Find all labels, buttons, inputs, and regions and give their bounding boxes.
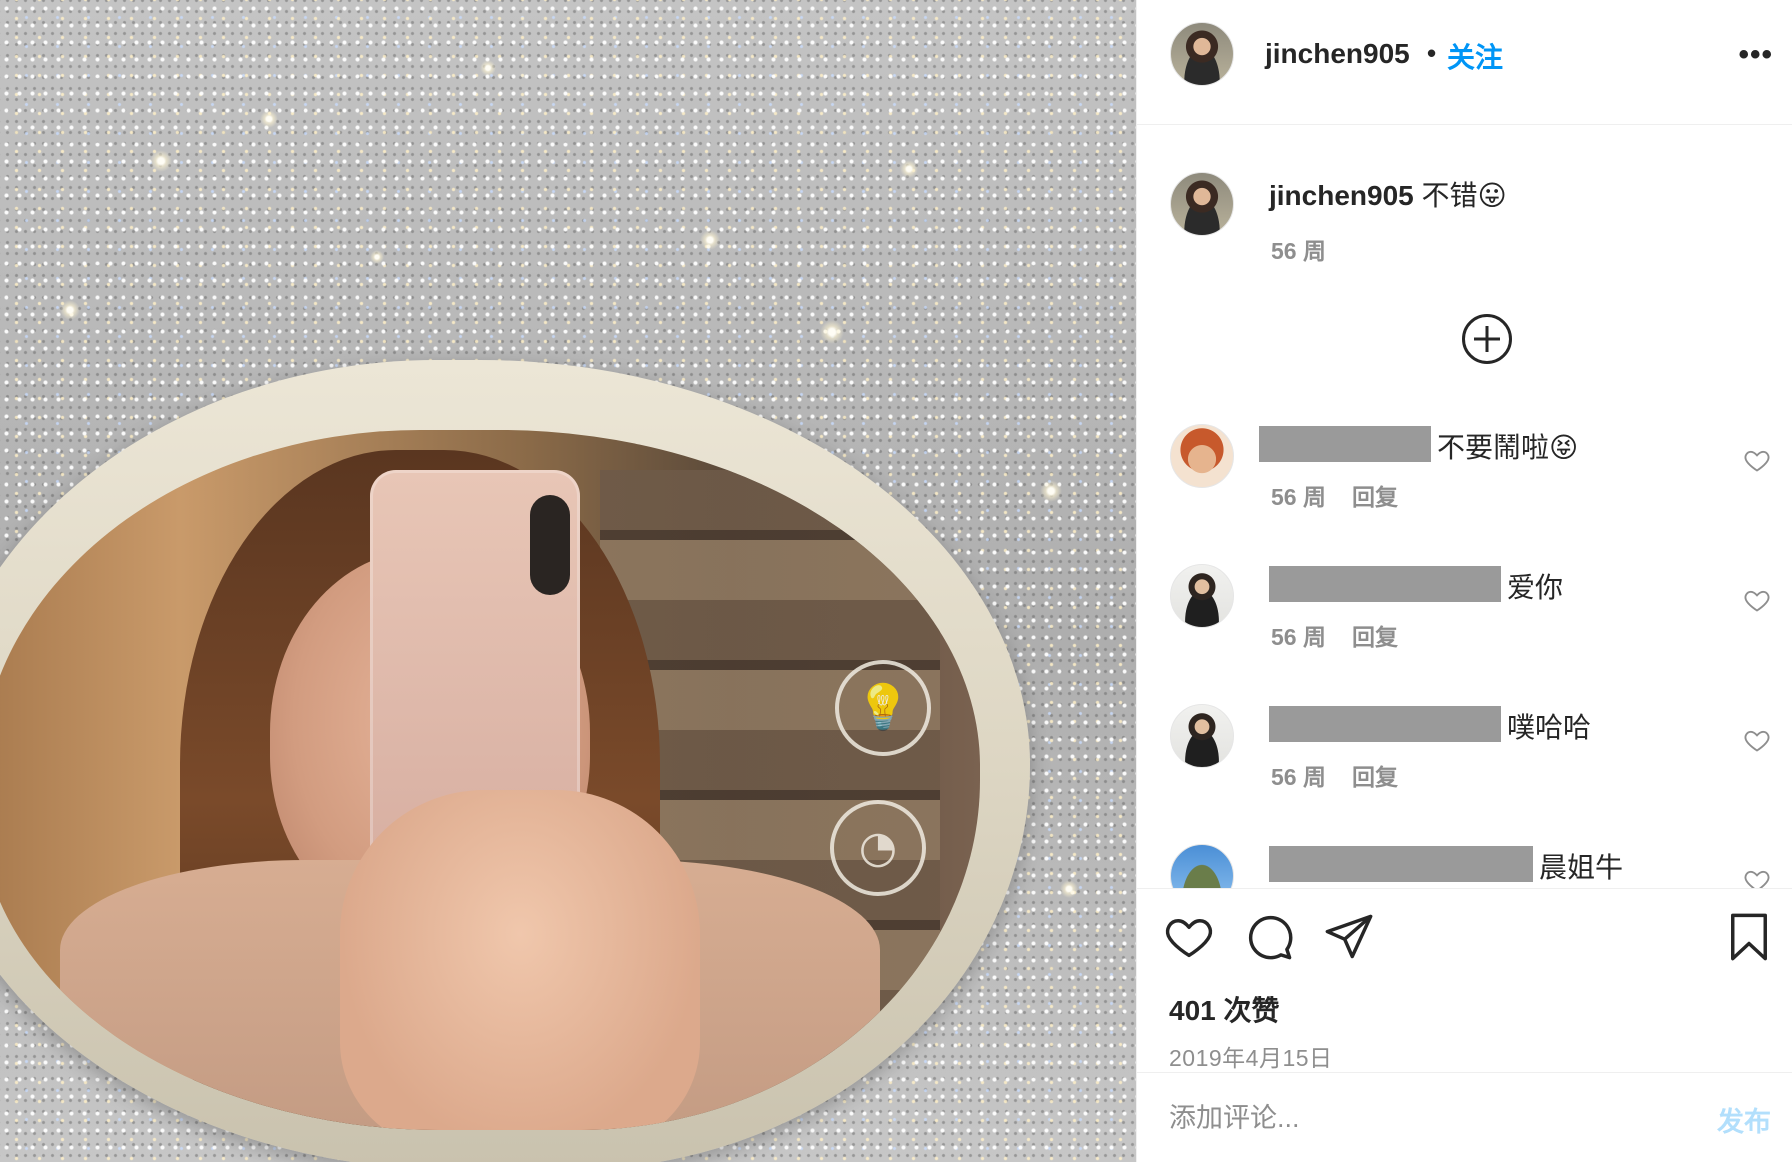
comment-meta: 56 周回复 bbox=[1271, 618, 1398, 652]
redacted-username bbox=[1269, 566, 1501, 602]
post-actions: 401 次赞 2019年4月15日 bbox=[1137, 888, 1792, 1073]
lightbulb-icon: 💡 bbox=[835, 660, 931, 756]
post-date: 2019年4月15日 bbox=[1169, 1045, 1333, 1071]
comments-list[interactable]: jinchen905 不错😛 56 周 不要鬧啦😝 56 周回复 爱你 56 周… bbox=[1137, 126, 1792, 888]
bookmark-icon[interactable] bbox=[1723, 911, 1775, 963]
comment-meta: 56 周回复 bbox=[1271, 758, 1398, 792]
comment-meta: 56 周回复 bbox=[1271, 478, 1398, 512]
dial-icon: ◔ bbox=[830, 800, 926, 896]
speech-bubble-icon[interactable] bbox=[1243, 911, 1295, 963]
author-avatar[interactable] bbox=[1170, 22, 1234, 86]
comment-time: 56 周 bbox=[1271, 624, 1326, 650]
post-panel: jinchen905 • 关注 ••• jinchen905 不错😛 56 周 … bbox=[1136, 0, 1792, 1162]
redacted-username bbox=[1269, 706, 1501, 742]
author-username[interactable]: jinchen905 bbox=[1265, 38, 1410, 70]
caption-body: 不错😛 bbox=[1421, 180, 1507, 211]
comment-composer: 发布 bbox=[1137, 1074, 1792, 1162]
likes-count[interactable]: 401 次赞 bbox=[1169, 989, 1280, 1029]
mirror-reflection: 💡 ◔ bbox=[0, 430, 980, 1130]
plus-circle-icon[interactable] bbox=[1462, 314, 1512, 364]
post-photo[interactable]: 💡 ◔ bbox=[0, 0, 1136, 1162]
comment-item: 噗哈哈 56 周回复 bbox=[1137, 704, 1792, 844]
follow-button[interactable]: 关注 bbox=[1447, 36, 1503, 76]
comment-text: 爱你 bbox=[1507, 572, 1564, 603]
comment-text: 不要鬧啦😝 bbox=[1437, 432, 1579, 463]
reply-button[interactable]: 回复 bbox=[1352, 624, 1398, 650]
comment-input[interactable] bbox=[1169, 1098, 1689, 1138]
paper-plane-icon[interactable] bbox=[1323, 911, 1375, 963]
comment-item: 晨姐牛 bbox=[1137, 844, 1792, 888]
comment-text: 噗哈哈 bbox=[1507, 712, 1592, 743]
comment-time: 56 周 bbox=[1271, 764, 1326, 790]
commenter-avatar[interactable] bbox=[1170, 704, 1234, 768]
reply-button[interactable]: 回复 bbox=[1352, 764, 1398, 790]
reply-button[interactable]: 回复 bbox=[1352, 484, 1398, 510]
commenter-avatar[interactable] bbox=[1170, 844, 1234, 888]
heart-icon[interactable] bbox=[1163, 911, 1215, 963]
more-options-icon[interactable]: ••• bbox=[1738, 38, 1773, 72]
post-header: jinchen905 • 关注 ••• bbox=[1137, 0, 1792, 125]
comment-item: 爱你 56 周回复 bbox=[1137, 564, 1792, 704]
post-comment-button[interactable]: 发布 bbox=[1717, 1100, 1771, 1139]
heart-outline-icon[interactable] bbox=[1743, 446, 1771, 474]
comment-text: 晨姐牛 bbox=[1539, 852, 1624, 883]
commenter-avatar[interactable] bbox=[1170, 424, 1234, 488]
caption-text: jinchen905 不错😛 bbox=[1269, 174, 1507, 214]
comment-item: 不要鬧啦😝 56 周回复 bbox=[1137, 424, 1792, 564]
separator-dot: • bbox=[1427, 38, 1437, 68]
heart-outline-icon[interactable] bbox=[1743, 866, 1771, 888]
heart-outline-icon[interactable] bbox=[1743, 586, 1771, 614]
caption-author-avatar[interactable] bbox=[1170, 172, 1234, 236]
caption-username[interactable]: jinchen905 bbox=[1269, 180, 1414, 211]
heart-outline-icon[interactable] bbox=[1743, 726, 1771, 754]
caption-time: 56 周 bbox=[1271, 238, 1326, 264]
redacted-username bbox=[1269, 846, 1533, 882]
comment-time: 56 周 bbox=[1271, 484, 1326, 510]
redacted-username bbox=[1259, 426, 1431, 462]
commenter-avatar[interactable] bbox=[1170, 564, 1234, 628]
